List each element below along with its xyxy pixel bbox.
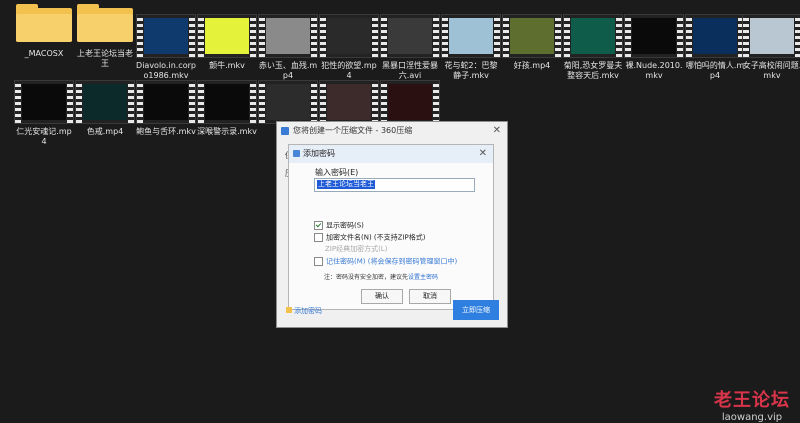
file-label: 女子高校闹问题.mkv [742,61,800,80]
compress-dialog: 您将创建一个压缩文件 - 360压缩 ✕ 保 压 添加密码 ✕ 输入密码(E) … [276,121,508,328]
checkbox-checked-icon [314,221,323,230]
folder-icon [75,2,135,46]
ok-button[interactable]: 确认 [361,289,403,304]
checkbox-label: 记住密码(M) (将会保存到密码管理窗口中) [326,257,458,266]
cancel-button[interactable]: 取消 [409,289,451,304]
file-label: 颤牛.mkv [209,61,245,70]
video-thumbnail [742,14,800,58]
watermark-title: 老王论坛 [714,390,790,411]
encrypt-filenames-checkbox[interactable]: 加密文件名(N) (不支持ZIP格式) [314,233,425,243]
zip-classic-option: ZIP经典加密方式(L) [325,245,387,254]
video-file[interactable]: 花与蛇2：巴黎静子.mkv [441,14,501,81]
video-thumbnail [380,80,440,124]
video-file[interactable]: 仁光安魂记.mp4 [14,80,74,147]
set-master-password-link[interactable]: 设置主密码 [408,274,438,281]
video-thumbnail [685,14,745,58]
video-file[interactable]: 色戒.mp4 [75,80,135,137]
password-input[interactable]: 上老王论坛当老王 [314,178,475,192]
security-note: 注：密码没有安全加密，建议先设置主密码 [324,272,438,281]
folder-macosx[interactable]: _MACOSX [14,2,74,59]
close-icon[interactable]: ✕ [493,122,501,140]
video-file[interactable]: 颤牛.mkv [197,14,257,71]
password-label: 输入密码(E) [315,168,359,177]
dialog-title: 您将创建一个压缩文件 - 360压缩 [293,126,413,135]
video-thumbnail [14,80,74,124]
password-title-bar: 添加密码 ✕ [289,145,493,163]
file-label: 花与蛇2：巴黎静子.mkv [444,61,498,80]
video-thumbnail [319,80,379,124]
add-password-label: 添加密码 [294,307,322,315]
checkbox-label: 加密文件名(N) (不支持ZIP格式) [326,233,426,242]
video-file[interactable]: 好孩.mp4 [502,14,562,71]
video-file[interactable]: 鲍鱼与舌环.mkv [136,80,196,137]
video-file[interactable]: 黑暴口淫性爱暴六.avi [380,14,440,81]
video-file[interactable]: 菊阳,恐女罗曼夫整容天后.mkv [563,14,623,81]
dialog-title-bar: 您将创建一个压缩文件 - 360压缩 ✕ [277,122,507,140]
file-label: 好孩.mp4 [513,61,551,70]
video-file[interactable]: 赤い玉、血残.mp4 [258,14,318,81]
compress-now-button[interactable]: 立即压缩 [453,300,499,320]
show-password-checkbox[interactable]: 显示密码(S) [314,221,364,231]
close-icon[interactable]: ✕ [479,145,487,163]
checkbox-label: 显示密码(S) [326,221,364,230]
video-thumbnail [319,14,379,58]
video-file[interactable]: 女子高校闹问题.mkv [742,14,800,81]
video-file[interactable] [380,80,440,127]
file-label: 哪怕吗的情人.mp4 [685,61,745,80]
watermark-url: laowang.vip [721,412,783,423]
checkbox-icon [314,257,323,266]
video-thumbnail [136,80,196,124]
video-file[interactable] [319,80,379,127]
file-label: 仁光安魂记.mp4 [16,127,72,146]
video-thumbnail [624,14,684,58]
folder-icon [14,2,74,46]
password-dialog-title: 添加密码 [303,149,335,158]
video-thumbnail [441,14,501,58]
file-label: 裸.Nude.2010.mkv [625,61,683,80]
video-thumbnail [75,80,135,124]
file-label: 上老王论坛当老王 [77,49,133,68]
remember-password-checkbox[interactable]: 记住密码(M) (将会保存到密码管理窗口中) [314,257,457,267]
file-label: _MACOSX [24,49,64,58]
video-thumbnail [380,14,440,58]
option-label: ZIP经典加密方式(L) [325,245,388,253]
watermark: 老王论坛 laowang.vip [714,386,790,423]
checkbox-icon [314,233,323,242]
video-thumbnail [136,14,196,58]
file-label: 黑暴口淫性爱暴六.avi [382,61,438,80]
file-label: 鲍鱼与舌环.mkv [136,127,196,136]
video-thumbnail [502,14,562,58]
video-file[interactable]: 犯性的欲望.mp4 [319,14,379,81]
archive-icon [281,127,289,135]
note-text: 注：密码没有安全加密，建议先 [324,274,409,281]
file-label: 菊阳,恐女罗曼夫整容天后.mkv [563,61,623,80]
video-file[interactable]: Diavolo.in.corpo1986.mkv [136,14,196,81]
file-label: 色戒.mp4 [86,127,124,136]
video-thumbnail [197,80,257,124]
file-label: Diavolo.in.corpo1986.mkv [136,61,196,80]
video-file[interactable]: 深喉警示录.mkv [197,80,257,137]
password-value: 上老王论坛当老王 [317,180,375,189]
add-password-dialog: 添加密码 ✕ 输入密码(E) 上老王论坛当老王 显示密码(S) 加密文件名(N)… [288,144,494,310]
file-label: 深喉警示录.mkv [197,127,257,136]
video-thumbnail [258,80,318,124]
folder-laowang[interactable]: 上老王论坛当老王 [75,2,135,69]
lock-icon [286,307,292,313]
video-file[interactable]: 裸.Nude.2010.mkv [624,14,684,81]
video-thumbnail [197,14,257,58]
file-label: 赤い玉、血残.mp4 [258,61,318,80]
add-password-link[interactable]: 添加密码 [286,306,322,316]
video-thumbnail [563,14,623,58]
lock-icon [293,150,300,157]
file-label: 犯性的欲望.mp4 [321,61,377,80]
video-thumbnail [258,14,318,58]
video-file[interactable]: 哪怕吗的情人.mp4 [685,14,745,81]
